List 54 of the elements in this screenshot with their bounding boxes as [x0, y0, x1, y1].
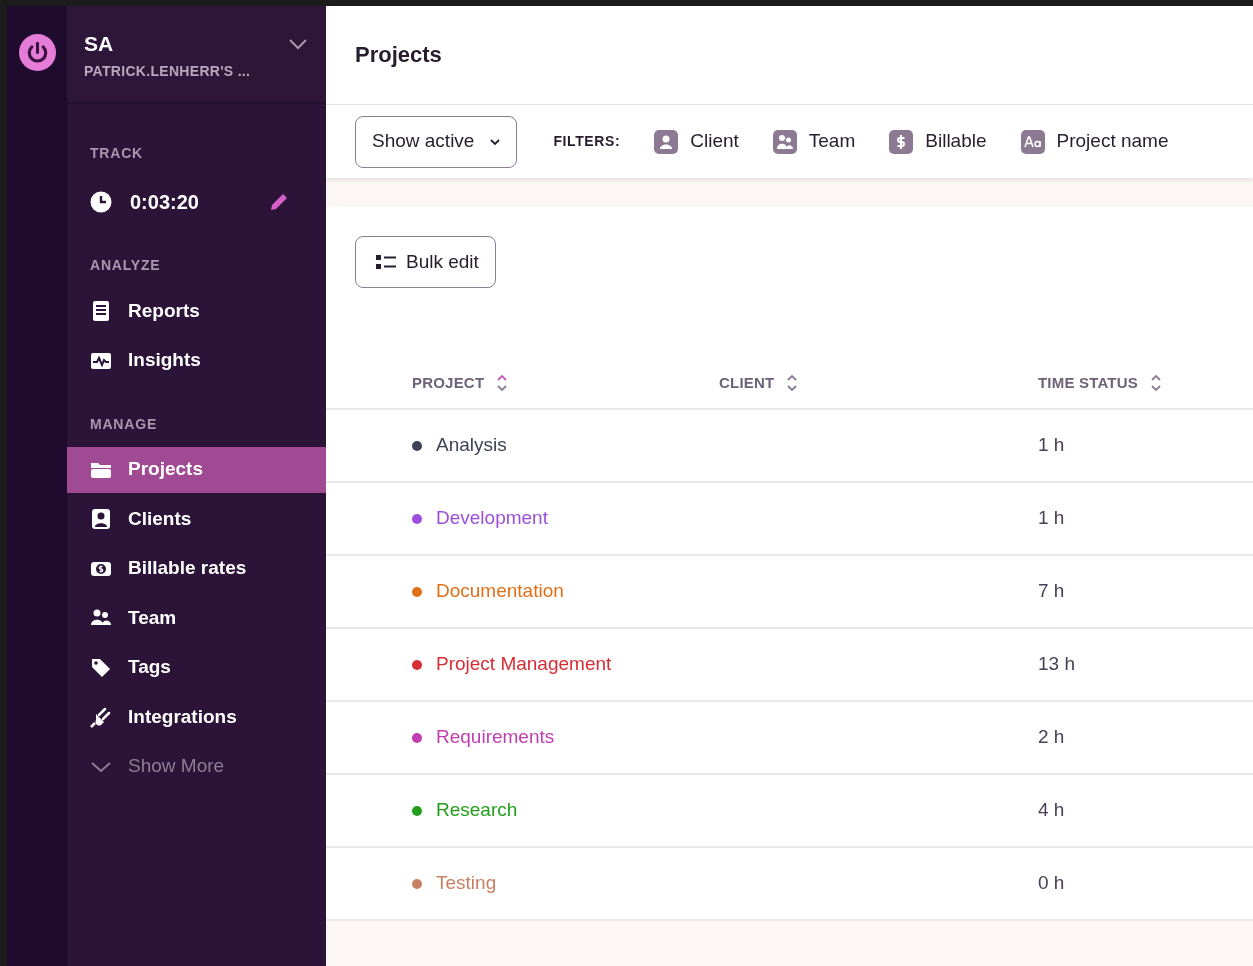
project-name[interactable]: Development: [436, 504, 548, 533]
sidebar-item[interactable]: Team: [67, 595, 326, 641]
filter-button[interactable]: Team: [772, 127, 856, 156]
time-status: 1 h: [1038, 434, 1065, 456]
contact-card-icon: [654, 129, 679, 154]
plug-icon: [90, 706, 112, 728]
filter-button[interactable]: Billable: [889, 127, 987, 156]
timer-display: 0:03:20: [130, 190, 200, 215]
time-status: 4 h: [1038, 799, 1065, 821]
contact-card-icon: [90, 508, 112, 530]
sidebar-item[interactable]: Clients: [67, 496, 326, 542]
sidebar-item[interactable]: Reports: [67, 288, 326, 334]
list-icon: [376, 255, 396, 269]
time-status: 0 h: [1038, 872, 1065, 894]
clock-icon: [90, 191, 112, 213]
filter-button[interactable]: Client: [654, 127, 739, 156]
bulk-edit-button[interactable]: Bulk edit: [355, 236, 496, 288]
time-status: 2 h: [1038, 726, 1065, 748]
time-status: 1 h: [1038, 507, 1065, 529]
people-icon: [772, 129, 797, 154]
caret-icon: [490, 138, 501, 145]
time-status: 13 h: [1038, 653, 1075, 675]
filter-button[interactable]: Project name: [1020, 127, 1169, 156]
project-name[interactable]: Analysis: [436, 431, 507, 460]
sort-icon: [786, 373, 799, 393]
column-header[interactable]: PROJECT: [412, 371, 719, 395]
column-header[interactable]: TIME STATUS: [1038, 371, 1253, 395]
pencil-icon[interactable]: [268, 191, 290, 213]
section-heading: TRACK: [89, 144, 144, 163]
font-icon: [1020, 129, 1045, 154]
tag-icon: [90, 656, 112, 679]
workspace-name: PATRICK.LENHERR'S ...: [84, 62, 251, 81]
project-name[interactable]: Requirements: [436, 723, 555, 752]
dollar-icon: [889, 129, 914, 154]
sidebar-item[interactable]: Tags: [67, 644, 326, 691]
column-header[interactable]: CLIENT: [719, 371, 1038, 395]
sort-icon: [496, 373, 509, 393]
sidebar-item[interactable]: Insights: [67, 337, 326, 384]
section-heading: MANAGE: [89, 414, 159, 434]
sort-icon: [1150, 373, 1162, 393]
sidebar-item[interactable]: Integrations: [67, 694, 326, 740]
show-more-link[interactable]: Show More: [67, 743, 326, 790]
status-dropdown[interactable]: Show active: [355, 115, 518, 168]
chevron-down-icon: [288, 38, 308, 50]
section-heading: ANALYZE: [89, 256, 162, 275]
document-icon: [90, 300, 112, 322]
filters-label: FILTERS:: [553, 132, 621, 151]
sidebar-item[interactable]: Projects: [67, 446, 326, 493]
sidebar-item[interactable]: Billable rates: [67, 545, 326, 592]
workspace-initials: SA: [84, 32, 115, 56]
power-logo[interactable]: [18, 34, 56, 71]
time-status: 7 h: [1038, 580, 1065, 602]
project-name[interactable]: Project Management: [436, 650, 612, 679]
page-title: Projects: [355, 41, 442, 69]
